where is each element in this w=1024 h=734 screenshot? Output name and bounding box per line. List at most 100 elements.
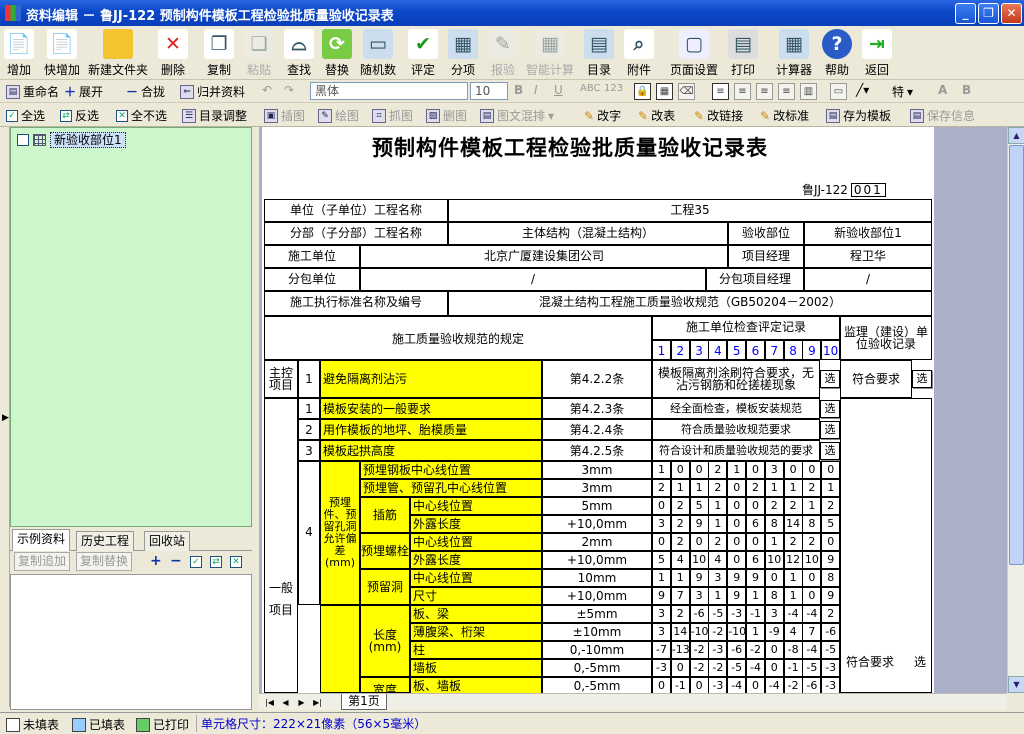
value-cell[interactable]: -6 xyxy=(689,605,709,623)
record-cell[interactable]: 模板隔离剂涂刷符合要求，无沾污钢筋和砼搓槎现象 xyxy=(652,360,820,398)
value-cell[interactable]: 0 xyxy=(764,569,784,587)
value-cell[interactable]: 10 xyxy=(764,551,784,569)
text-wrap-button[interactable]: ▤ 图文混排 ▾ xyxy=(480,107,554,124)
toolbar-delete-button[interactable]: ✕ 删除 xyxy=(158,29,188,78)
value-cell[interactable]: -2 xyxy=(746,641,765,659)
value-cell[interactable]: 2 xyxy=(802,479,822,497)
tab-history[interactable]: 历史工程 xyxy=(76,531,135,551)
vertical-scrollbar[interactable]: ▲ ▼ xyxy=(1007,127,1024,693)
align-left-icon[interactable]: ≡ xyxy=(712,83,729,100)
toolbar-random-button[interactable]: ▭ 随机数 xyxy=(360,29,396,78)
value-cell[interactable]: -6 xyxy=(821,623,841,641)
value-cell[interactable]: -3 xyxy=(708,677,728,693)
value-cell[interactable]: 9 xyxy=(746,569,765,587)
value-cell[interactable]: 8 xyxy=(821,569,841,587)
value-cell[interactable]: 5 xyxy=(689,497,709,515)
value-cell[interactable]: 3 xyxy=(689,587,709,605)
copy-append-button[interactable]: 复制追加 xyxy=(14,552,71,571)
value-cell[interactable]: 1 xyxy=(708,587,728,605)
value-cell[interactable]: 9 xyxy=(727,587,747,605)
value-cell[interactable]: -3 xyxy=(708,641,728,659)
value-cell[interactable]: 0 xyxy=(746,677,765,693)
value-cell[interactable]: 0 xyxy=(802,569,822,587)
value-cell[interactable]: -6 xyxy=(802,677,822,693)
select-button[interactable]: 选 xyxy=(820,400,840,418)
item-cell[interactable]: 板、墙板 xyxy=(410,677,542,693)
value-cell[interactable]: -13 xyxy=(670,641,690,659)
value-cell[interactable]: 0 xyxy=(670,659,690,677)
value-cell[interactable]: 0 xyxy=(727,533,747,551)
value-cell[interactable]: -2 xyxy=(783,677,803,693)
value-cell[interactable]: 6 xyxy=(746,515,765,533)
toolbar-calc-grid-button[interactable]: ▦ 智能计算 xyxy=(526,29,574,78)
value-cell[interactable]: -10 xyxy=(689,623,709,641)
expand-arrow-icon[interactable]: ▶ xyxy=(2,413,9,423)
value-cell[interactable]: 0 xyxy=(821,533,841,551)
next-sheet-icon[interactable]: ▶ xyxy=(295,696,308,709)
value-cell[interactable]: 3 xyxy=(708,569,728,587)
value-cell[interactable]: 1 xyxy=(652,461,671,479)
value-cell[interactable]: 0 xyxy=(746,497,765,515)
value-cell[interactable]: 1 xyxy=(727,461,747,479)
value-cell[interactable]: -5 xyxy=(821,641,841,659)
item-cell[interactable]: 外露长度 xyxy=(410,515,542,533)
value-cell[interactable]: 1 xyxy=(783,569,803,587)
draw-button[interactable]: ✎ 绘图 xyxy=(318,107,359,124)
item-cell[interactable]: 板、梁 xyxy=(410,605,542,623)
restore-button[interactable]: ❐ xyxy=(978,3,999,24)
align-justify-icon[interactable]: ≡ xyxy=(778,83,795,100)
document-tree[interactable]: 新验收部位1 xyxy=(10,127,252,527)
check-all-icon[interactable]: ✓ xyxy=(190,556,202,568)
select-button[interactable]: 选 xyxy=(914,653,926,670)
value-cell[interactable]: 0 xyxy=(652,677,671,693)
last-sheet-icon[interactable]: ▶| xyxy=(311,696,324,709)
text-b-button[interactable]: B xyxy=(962,83,971,97)
tree-item[interactable]: 新验收部位1 xyxy=(17,132,126,148)
superscript-button[interactable]: ABC xyxy=(580,83,601,94)
value-cell[interactable]: -10 xyxy=(727,623,747,641)
value-cell[interactable]: -2 xyxy=(689,659,709,677)
item-cell[interactable]: 墙板 xyxy=(410,659,542,677)
value-cell[interactable]: 14 xyxy=(670,623,690,641)
scroll-down-icon[interactable]: ▼ xyxy=(1008,676,1024,693)
value-cell[interactable]: -1 xyxy=(746,605,765,623)
sheet-tab[interactable]: 第1页 xyxy=(341,694,387,710)
value-cell[interactable]: 1 xyxy=(783,587,803,605)
value-cell[interactable]: 0 xyxy=(727,515,747,533)
value-cell[interactable]: -3 xyxy=(821,659,841,677)
value-cell[interactable]: 1 xyxy=(746,587,765,605)
font-size-select[interactable]: 10 xyxy=(470,82,508,100)
document-area[interactable]: 预制构件模板工程检验批质量验收记录表 鲁JJ-122 001 单位（子单位）工程… xyxy=(259,127,1007,693)
value-cell[interactable]: 0 xyxy=(652,497,671,515)
toolbar-tree-button[interactable]: ▦ 分项 xyxy=(448,29,478,78)
value-cell[interactable]: 3 xyxy=(652,515,671,533)
value-cell[interactable]: 2 xyxy=(708,533,728,551)
value-cell[interactable]: 2 xyxy=(670,605,690,623)
value-cell[interactable]: 9 xyxy=(821,587,841,605)
value-cell[interactable]: 5 xyxy=(652,551,671,569)
toolbar-printer-button[interactable]: ▤ 打印 xyxy=(728,29,758,78)
value-cell[interactable]: 5 xyxy=(821,515,841,533)
value-cell[interactable]: -1 xyxy=(783,659,803,677)
toolbar-copy-button[interactable]: ❐ 复制 xyxy=(204,29,234,78)
value-cell[interactable]: 0 xyxy=(821,461,841,479)
left-splitter[interactable]: ▶ xyxy=(0,127,10,707)
result-cell[interactable]: 符合要求 xyxy=(840,360,912,398)
value-cell[interactable]: -9 xyxy=(764,623,784,641)
scroll-thumb[interactable] xyxy=(1009,145,1024,565)
item-cell[interactable]: 模板安装的一般要求 xyxy=(320,398,542,419)
record-cell[interactable]: 经全面检查，模板安装规范 xyxy=(652,398,820,419)
scroll-up-icon[interactable]: ▲ xyxy=(1008,127,1024,144)
item-cell[interactable]: 中心线位置 xyxy=(410,569,542,587)
value-cell[interactable]: -3 xyxy=(727,605,747,623)
value-cell[interactable]: 2 xyxy=(670,515,690,533)
line-style-button[interactable]: ╱▾ xyxy=(856,83,869,97)
select-button[interactable]: 选 xyxy=(912,370,932,388)
value-cell[interactable]: 0 xyxy=(802,587,822,605)
value-cell[interactable]: 6 xyxy=(746,551,765,569)
value-cell[interactable]: 0 xyxy=(746,533,765,551)
value-cell[interactable]: 0 xyxy=(652,533,671,551)
rename-button[interactable]: ▤ 重命名 xyxy=(6,83,59,100)
value-cell[interactable]: -4 xyxy=(727,677,747,693)
toolbar-catalog-button[interactable]: ▤ 目录 xyxy=(584,29,614,78)
